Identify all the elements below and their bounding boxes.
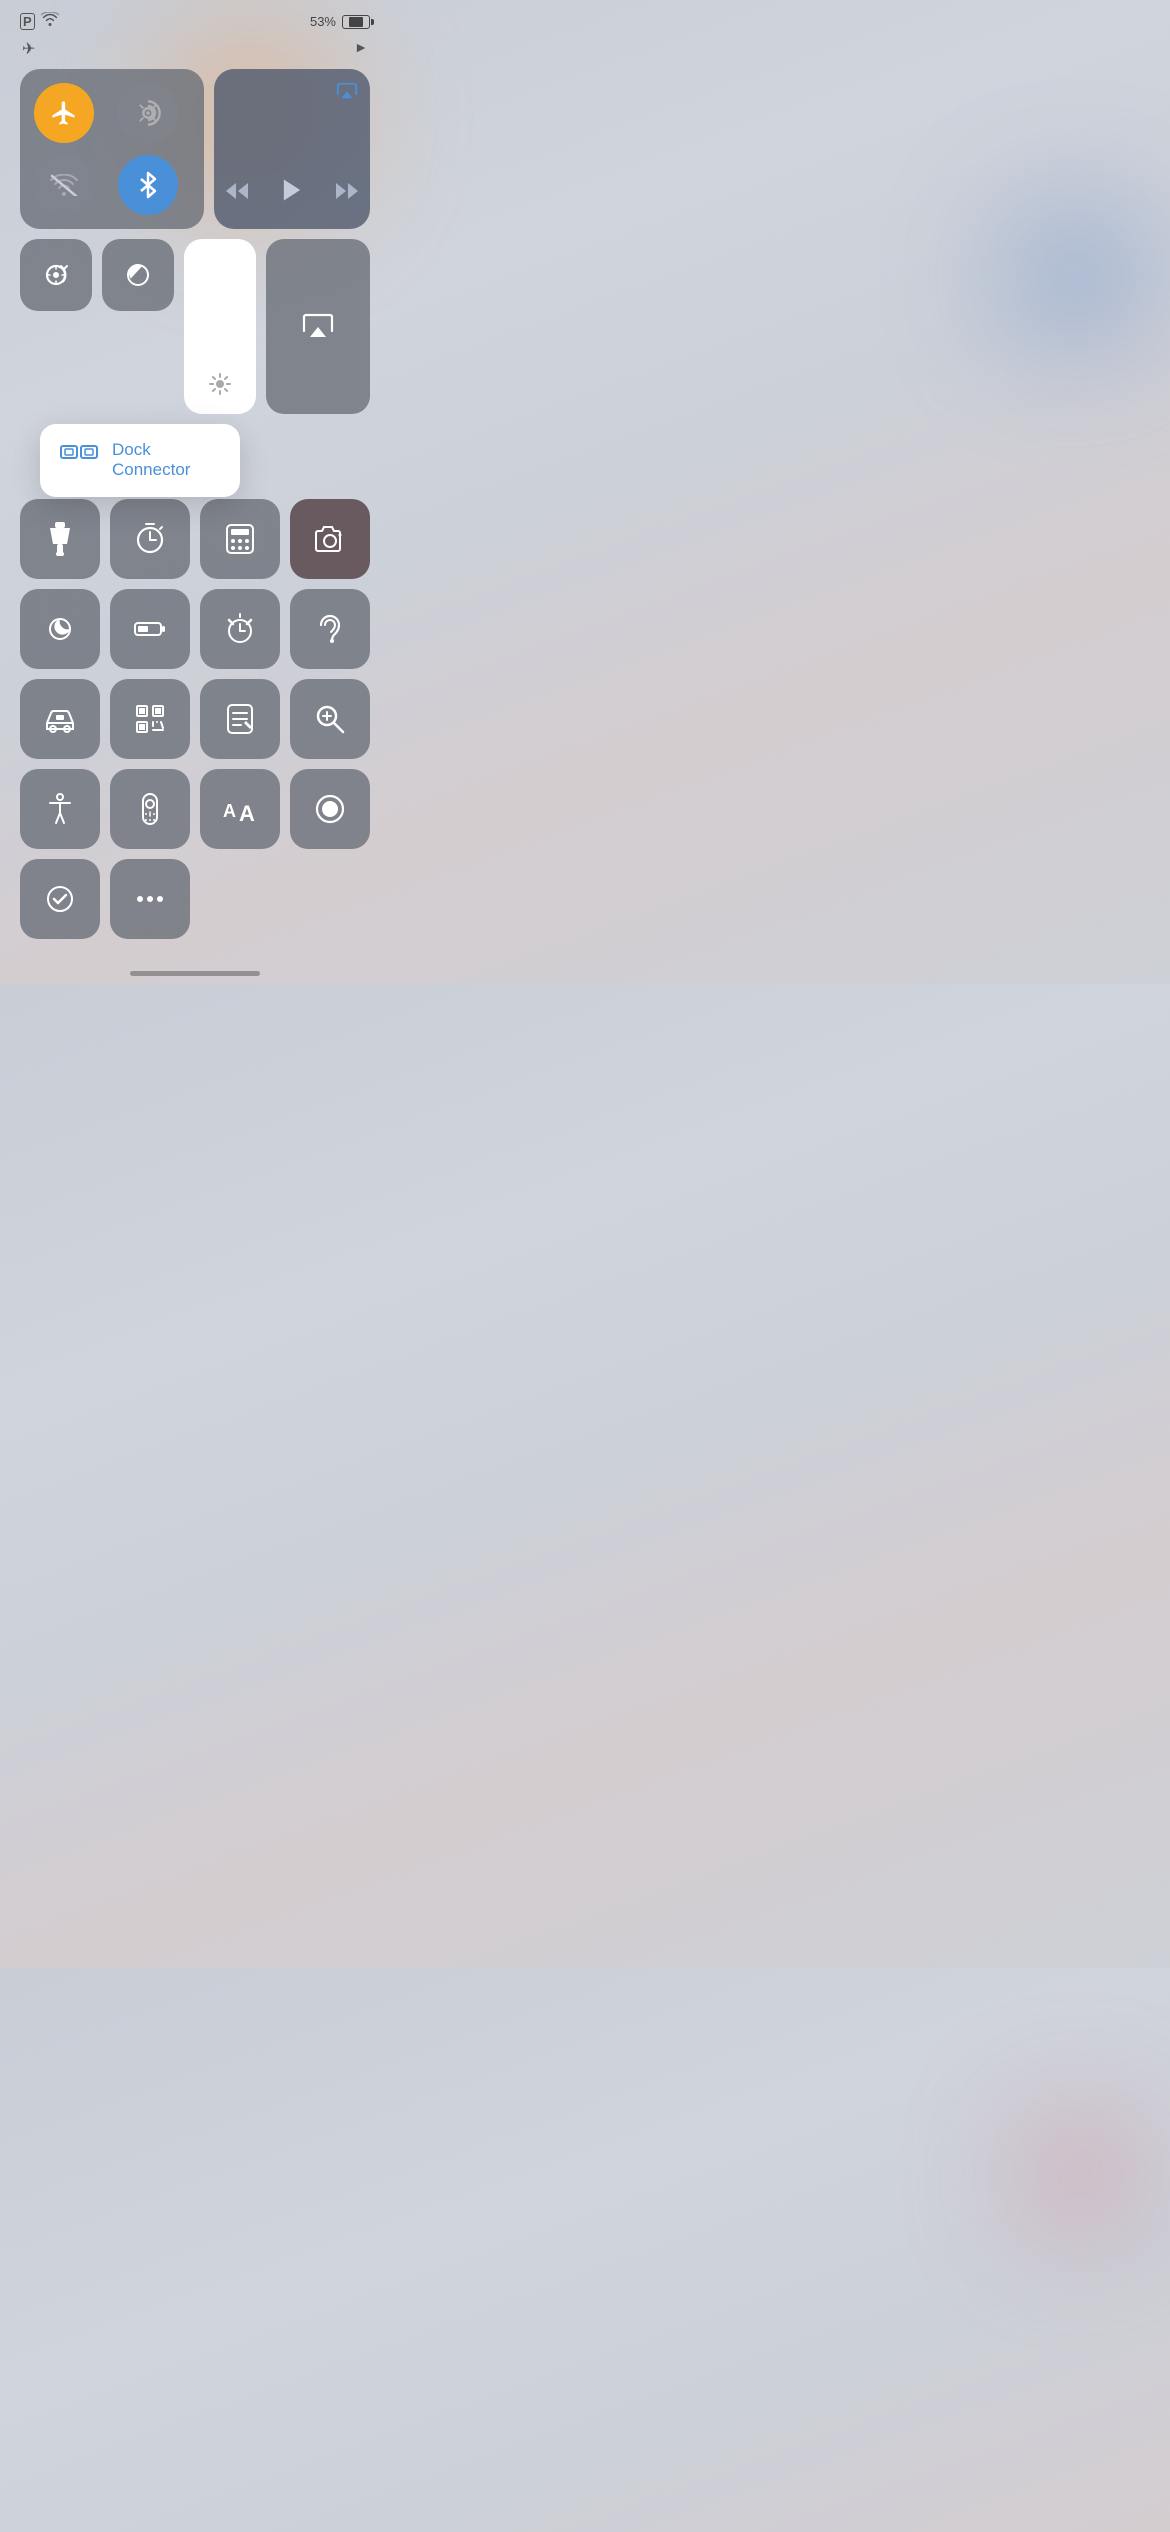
brightness-sun-icon <box>208 372 232 402</box>
location-icon: ► <box>354 39 368 59</box>
dock-connector-icon <box>60 442 98 479</box>
do-not-disturb-button[interactable] <box>102 239 174 311</box>
toggle-grid-4: A A <box>20 769 370 849</box>
airplane-mode-button[interactable] <box>34 83 94 143</box>
screen-record-button[interactable] <box>290 769 370 849</box>
partial-btn-1[interactable] <box>20 859 100 939</box>
battery-icon <box>342 15 370 29</box>
media-airplay-icon[interactable] <box>336 81 358 109</box>
battery-percent: 53% <box>310 14 336 29</box>
status-right: 53% <box>310 14 370 29</box>
svg-text:A: A <box>239 801 255 823</box>
partial-bottom-row <box>20 859 370 939</box>
accessibility-button[interactable] <box>20 769 100 849</box>
status-left: P <box>20 12 59 31</box>
toggle-grid-3 <box>20 679 370 759</box>
fastforward-button[interactable] <box>330 177 364 211</box>
connectivity-panel <box>20 69 204 229</box>
airplane-status-icon: ✈ <box>22 39 35 59</box>
media-controls <box>220 172 364 215</box>
dock-connector-label: Dock Connector <box>112 440 220 481</box>
partial-btn-2[interactable] <box>110 859 190 939</box>
wifi-icon <box>41 12 59 31</box>
calculator-button[interactable] <box>200 499 280 579</box>
brightness-panel[interactable] <box>184 239 256 414</box>
camera-button[interactable] <box>290 499 370 579</box>
text-size-button[interactable]: A A <box>200 769 280 849</box>
cellular-button[interactable] <box>118 83 178 143</box>
controls-section: Dock Connector <box>20 239 370 414</box>
svg-text:A: A <box>223 801 236 821</box>
apple-tv-remote-button[interactable] <box>110 769 190 849</box>
dark-mode-button[interactable] <box>20 589 100 669</box>
hearing-button[interactable] <box>290 589 370 669</box>
notes-button[interactable] <box>200 679 280 759</box>
dock-connector-popup[interactable]: Dock Connector <box>40 424 240 497</box>
rewind-button[interactable] <box>220 177 254 211</box>
media-panel <box>214 69 370 229</box>
timer-button[interactable] <box>110 499 190 579</box>
top-panels-row <box>20 69 370 229</box>
airplay-panel-button[interactable] <box>266 239 370 414</box>
carplay-button[interactable] <box>20 679 100 759</box>
home-indicator <box>130 971 260 976</box>
flashlight-button[interactable] <box>20 499 100 579</box>
second-controls-row <box>20 239 370 414</box>
wifi-button[interactable] <box>34 155 94 215</box>
rotation-lock-button[interactable] <box>20 239 92 311</box>
secondary-status-row: ✈ ► <box>0 39 390 69</box>
battery-status-button[interactable] <box>110 589 190 669</box>
bluetooth-button[interactable] <box>118 155 178 215</box>
alarm-button[interactable] <box>200 589 280 669</box>
play-button[interactable] <box>274 172 310 215</box>
toggle-grid-2 <box>20 589 370 669</box>
parking-icon: P <box>20 13 35 30</box>
toggle-grid-1 <box>20 499 370 579</box>
code-scanner-button[interactable] <box>110 679 190 759</box>
status-bar: P 53% <box>0 0 390 39</box>
magnifier-button[interactable] <box>290 679 370 759</box>
